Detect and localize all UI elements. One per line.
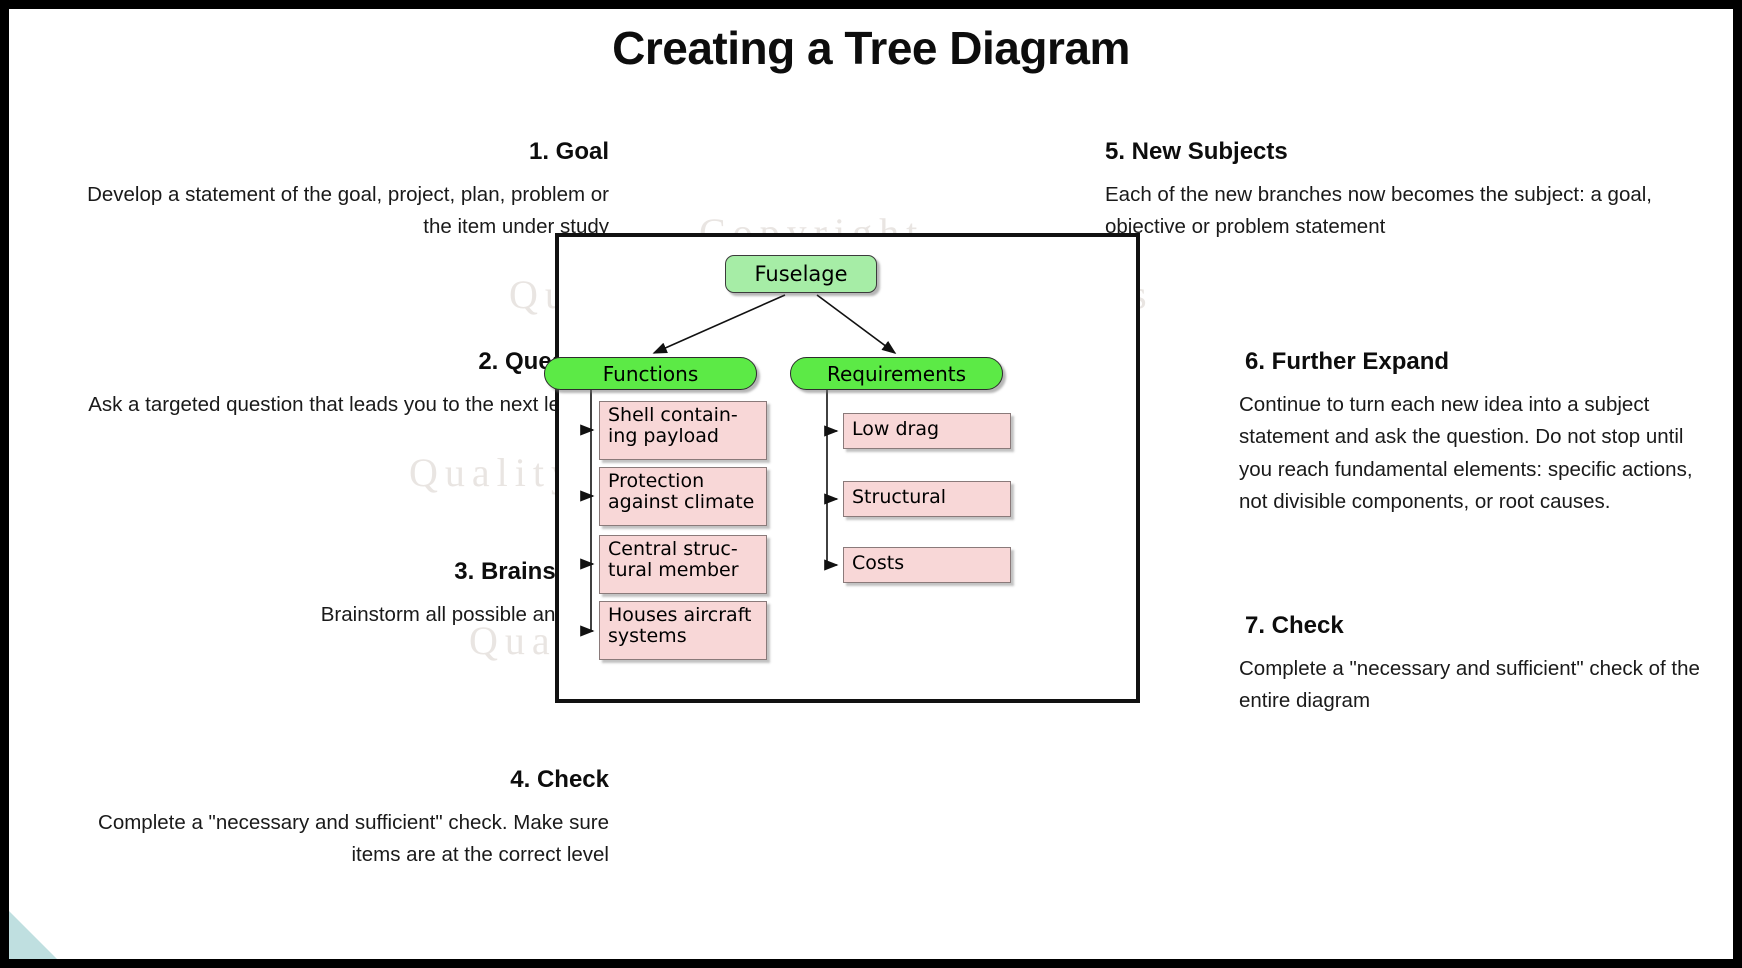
step-check-left: 4. Check Complete a "necessary and suffi… [69, 765, 609, 872]
leaf-line-2: ing payload [608, 425, 719, 448]
leaf-line-1: Houses aircraft [608, 604, 752, 626]
step-further-expand-body: Continue to turn each new idea into a su… [1239, 393, 1693, 514]
tree-node-functions-label: Functions [602, 361, 699, 386]
step-check-right-title: 7. Check [1245, 612, 1344, 639]
step-question-title: 2. Question [478, 348, 609, 375]
slide-frame: Copyright Quality Assurance Solutions Co… [0, 0, 1742, 968]
tree-leaf-shell-containing-payload[interactable]: Shell contain- ing payload [599, 401, 767, 460]
leaf-line-1: Costs [852, 552, 905, 574]
step-further-expand: 6. Further Expand Continue to turn each … [1239, 347, 1709, 519]
corner-accent-triangle [9, 911, 57, 959]
step-check-right: 7. Check Complete a "necessary and suffi… [1239, 611, 1709, 718]
leaf-line-2: tural member [608, 559, 739, 582]
tree-leaf-central-structural-member[interactable]: Central struc- tural member [599, 535, 767, 594]
tree-node-functions[interactable]: Functions [544, 357, 757, 390]
step-brainstorm-body: Brainstorm all possible answers [320, 603, 609, 626]
leaf-line-1: Central struc- [608, 538, 738, 560]
step-brainstorm: 3. Brainstorm Brainstorm all possible an… [69, 557, 609, 631]
step-check-left-body: Complete a "necessary and sufficient" ch… [98, 811, 609, 867]
page-title: Creating a Tree Diagram [612, 22, 1130, 74]
tree-leaf-houses-aircraft-systems[interactable]: Houses aircraft systems [599, 601, 767, 660]
step-goal-title: 1. Goal [528, 138, 609, 165]
tree-leaf-protection-against-climate[interactable]: Protection against climate [599, 467, 767, 526]
leaf-line-1: Structural [852, 486, 947, 508]
step-goal: 1. Goal Develop a statement of the goal,… [69, 137, 609, 244]
leaf-line-2: against climate [608, 491, 755, 514]
step-new-subjects: 5. New Subjects Each of the new branches… [1105, 137, 1665, 244]
tree-leaf-structural[interactable]: Structural [843, 481, 1011, 517]
tree-diagram-panel: Fuselage Functions Requirements Shell co… [544, 233, 1140, 703]
step-check-right-body: Complete a "necessary and sufficient" ch… [1239, 657, 1700, 713]
step-question-body: Ask a targeted question that leads you t… [88, 393, 609, 448]
step-new-subjects-body: Each of the new branches now becomes the… [1105, 183, 1653, 239]
tree-node-root-label: Fuselage [754, 262, 848, 286]
slide-canvas: Copyright Quality Assurance Solutions Co… [9, 9, 1733, 959]
step-new-subjects-title: 5. New Subjects [1105, 138, 1288, 165]
leaf-line-1: Low drag [852, 418, 940, 440]
leaf-line-1: Shell contain- [608, 404, 738, 426]
step-brainstorm-title: 3. Brainstorm [454, 558, 609, 585]
leaf-line-1: Protection [608, 470, 705, 492]
step-question: 2. Question Ask a targeted question that… [29, 347, 609, 454]
step-check-left-title: 4. Check [510, 766, 609, 793]
tree-leaf-low-drag[interactable]: Low drag [843, 413, 1011, 449]
step-goal-body: Develop a statement of the goal, project… [87, 183, 609, 239]
tree-diagram-inner: Fuselage Functions Requirements Shell co… [544, 237, 1136, 699]
tree-node-requirements-label: Requirements [826, 361, 967, 386]
tree-node-root[interactable]: Fuselage [725, 255, 877, 293]
tree-leaf-costs[interactable]: Costs [843, 547, 1011, 583]
leaf-line-2: systems [608, 625, 687, 648]
step-further-expand-title: 6. Further Expand [1245, 348, 1450, 375]
tree-node-requirements[interactable]: Requirements [790, 357, 1003, 390]
